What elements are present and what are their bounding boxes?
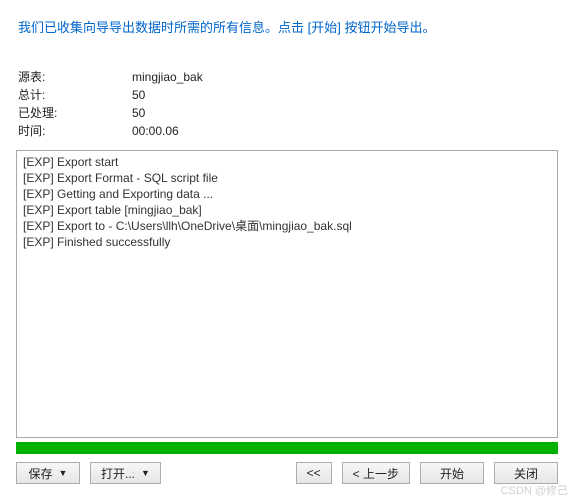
total-value: 50 — [132, 86, 145, 104]
time-row: 时间: 00:00.06 — [18, 122, 556, 140]
processed-label: 已处理: — [18, 104, 132, 122]
processed-row: 已处理: 50 — [18, 104, 556, 122]
start-button-label: 开始 — [440, 465, 464, 482]
total-row: 总计: 50 — [18, 86, 556, 104]
open-button[interactable]: 打开... ▼ — [90, 462, 161, 484]
prev-button[interactable]: < 上一步 — [342, 462, 410, 484]
watermark: CSDN @修己 — [501, 482, 568, 498]
button-row: 保存 ▼ 打开... ▼ << < 上一步 开始 关闭 — [0, 462, 574, 484]
source-table-label: 源表: — [18, 68, 132, 86]
time-label: 时间: — [18, 122, 132, 140]
log-line: [EXP] Export to - C:\Users\llh\OneDrive\… — [23, 218, 551, 234]
header-message: 我们已收集向导导出数据时所需的所有信息。点击 [开始] 按钮开始导出。 — [0, 0, 574, 44]
first-button[interactable]: << — [296, 462, 332, 484]
time-value: 00:00.06 — [132, 122, 179, 140]
close-button-label: 关闭 — [514, 465, 538, 482]
summary-block: 源表: mingjiao_bak 总计: 50 已处理: 50 时间: 00:0… — [0, 44, 574, 146]
total-label: 总计: — [18, 86, 132, 104]
source-table-row: 源表: mingjiao_bak — [18, 68, 556, 86]
save-button[interactable]: 保存 ▼ — [16, 462, 80, 484]
close-button[interactable]: 关闭 — [494, 462, 558, 484]
log-line: [EXP] Finished successfully — [23, 234, 551, 250]
processed-value: 50 — [132, 104, 145, 122]
log-line: [EXP] Export table [mingjiao_bak] — [23, 202, 551, 218]
log-line: [EXP] Export Format - SQL script file — [23, 170, 551, 186]
log-line: [EXP] Getting and Exporting data ... — [23, 186, 551, 202]
source-table-value: mingjiao_bak — [132, 68, 203, 86]
open-button-label: 打开... — [101, 465, 135, 482]
start-button[interactable]: 开始 — [420, 462, 484, 484]
save-button-label: 保存 — [29, 465, 53, 482]
first-button-label: << — [307, 466, 321, 480]
progress-bar — [16, 442, 558, 454]
prev-button-label: < 上一步 — [353, 465, 399, 482]
log-line: [EXP] Export start — [23, 154, 551, 170]
log-output[interactable]: [EXP] Export start [EXP] Export Format -… — [16, 150, 558, 438]
chevron-down-icon: ▼ — [59, 468, 68, 478]
chevron-down-icon: ▼ — [141, 468, 150, 478]
